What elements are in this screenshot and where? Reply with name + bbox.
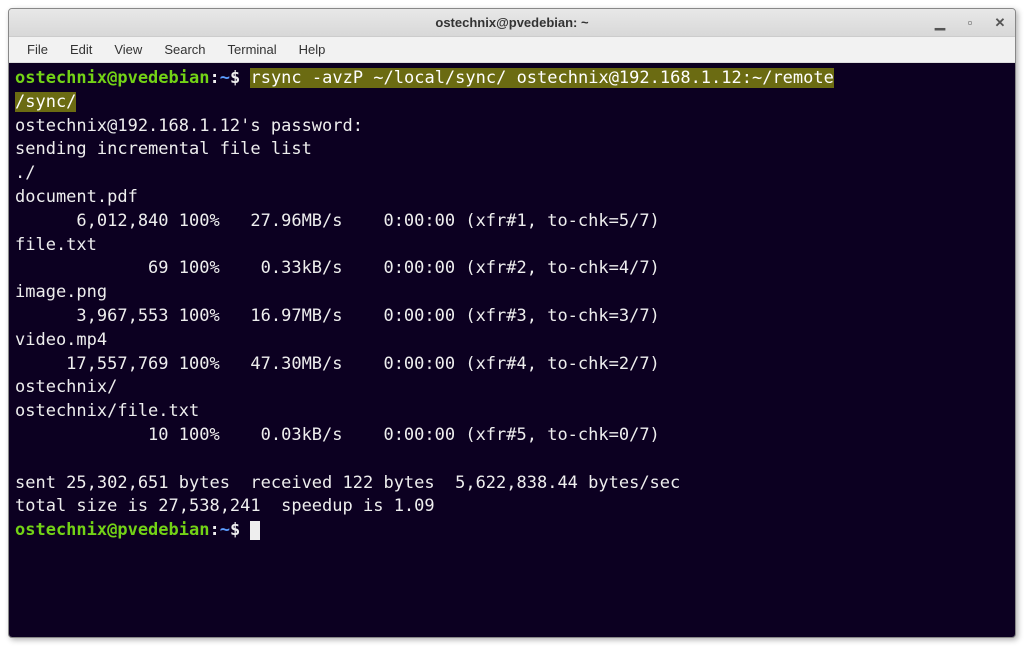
output-line: 3,967,553 100% 16.97MB/s 0:00:00 (xfr#3,…	[15, 305, 1009, 329]
output-line: sending incremental file list	[15, 138, 1009, 162]
output-line: sent 25,302,651 bytes received 122 bytes…	[15, 472, 1009, 496]
prompt-colon: :	[209, 520, 219, 540]
prompt-colon: :	[209, 68, 219, 88]
window-title: ostechnix@pvedebian: ~	[435, 15, 588, 30]
menu-search[interactable]: Search	[154, 39, 215, 60]
output-line: document.pdf	[15, 186, 1009, 210]
menu-file[interactable]: File	[17, 39, 58, 60]
output-line: ostechnix@192.168.1.12's password:	[15, 115, 1009, 139]
terminal-output[interactable]: ostechnix@pvedebian:~$ rsync -avzP ~/loc…	[9, 63, 1015, 637]
prompt-dollar: $	[230, 68, 240, 88]
menu-terminal[interactable]: Terminal	[218, 39, 287, 60]
output-line: 17,557,769 100% 47.30MB/s 0:00:00 (xfr#4…	[15, 353, 1009, 377]
output-line: image.png	[15, 281, 1009, 305]
output-line: ostechnix/	[15, 376, 1009, 400]
prompt-path: ~	[220, 520, 230, 540]
menu-edit[interactable]: Edit	[60, 39, 102, 60]
close-button[interactable]: ✕	[993, 16, 1007, 30]
output-line: ./	[15, 162, 1009, 186]
window-controls: ▁ ▫ ✕	[933, 16, 1007, 30]
output-line	[15, 448, 1009, 472]
prompt-dollar: $	[230, 520, 240, 540]
menu-view[interactable]: View	[104, 39, 152, 60]
minimize-button[interactable]: ▁	[933, 16, 947, 30]
output-line: ostechnix/file.txt	[15, 400, 1009, 424]
output-line: 10 100% 0.03kB/s 0:00:00 (xfr#5, to-chk=…	[15, 424, 1009, 448]
menubar: File Edit View Search Terminal Help	[9, 37, 1015, 63]
output-line: 69 100% 0.33kB/s 0:00:00 (xfr#2, to-chk=…	[15, 257, 1009, 281]
command-line-2: /sync/	[15, 91, 1009, 115]
command-highlight-1: rsync -avzP ~/local/sync/ ostechnix@192.…	[250, 68, 833, 88]
output-line: 6,012,840 100% 27.96MB/s 0:00:00 (xfr#1,…	[15, 210, 1009, 234]
output-line: video.mp4	[15, 329, 1009, 353]
output-line: file.txt	[15, 234, 1009, 258]
prompt-user: ostechnix@pvedebian	[15, 68, 209, 88]
menu-help[interactable]: Help	[289, 39, 336, 60]
terminal-window: ostechnix@pvedebian: ~ ▁ ▫ ✕ File Edit V…	[8, 8, 1016, 638]
command-highlight-2: /sync/	[15, 92, 76, 112]
cursor	[250, 521, 260, 540]
prompt-user: ostechnix@pvedebian	[15, 520, 209, 540]
prompt-line: ostechnix@pvedebian:~$ rsync -avzP ~/loc…	[15, 67, 1009, 91]
final-prompt: ostechnix@pvedebian:~$	[15, 519, 1009, 543]
prompt-path: ~	[220, 68, 230, 88]
titlebar: ostechnix@pvedebian: ~ ▁ ▫ ✕	[9, 9, 1015, 37]
output-line: total size is 27,538,241 speedup is 1.09	[15, 495, 1009, 519]
maximize-button[interactable]: ▫	[963, 16, 977, 30]
